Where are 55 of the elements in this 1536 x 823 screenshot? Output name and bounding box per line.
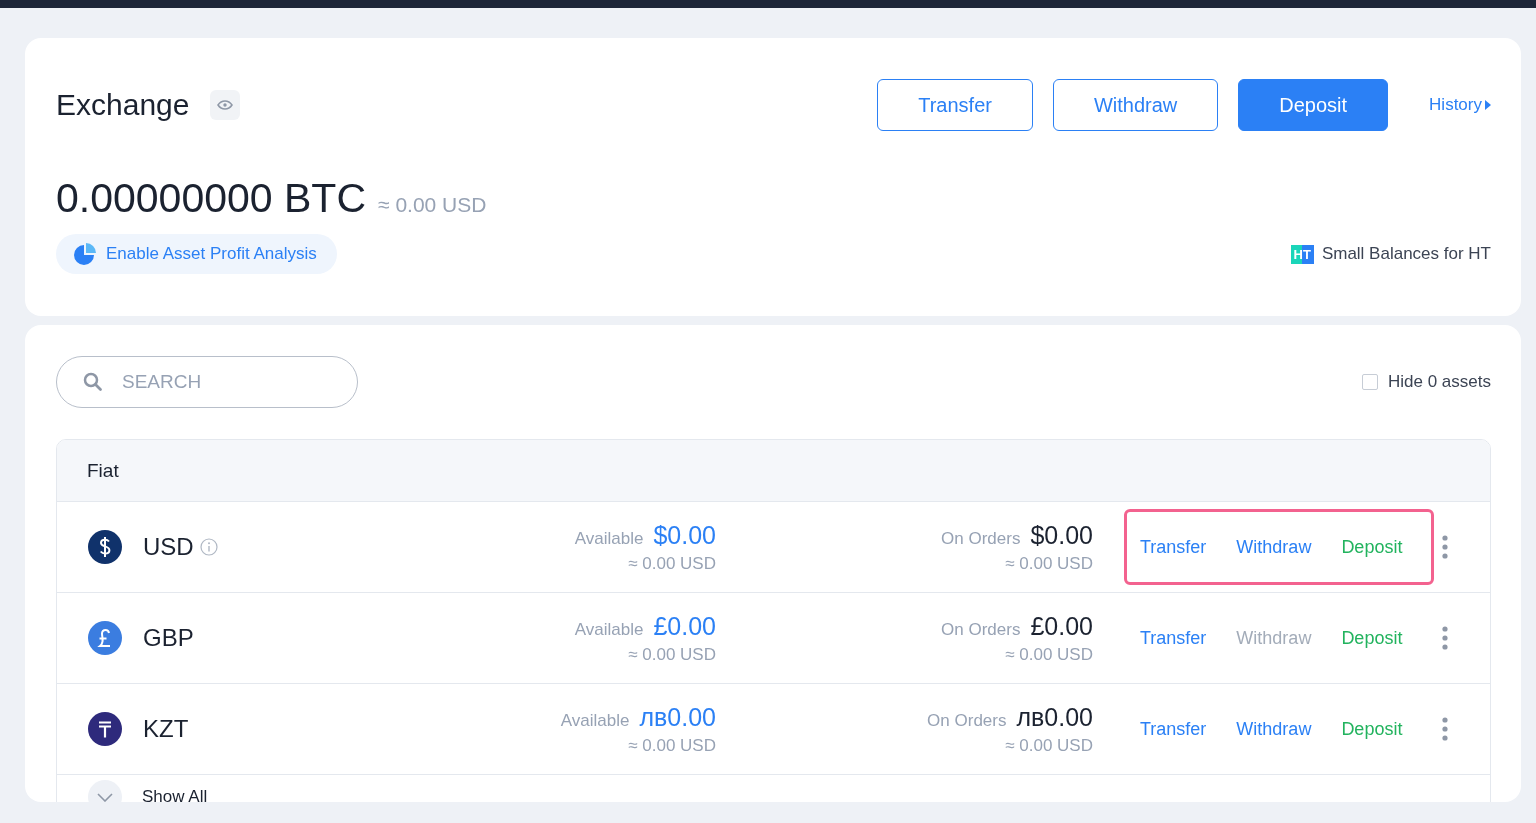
small-balances-link[interactable]: HT Small Balances for HT [1290,244,1491,264]
orders-amount: лв0.00 [1016,702,1093,732]
amount-label: On Orders [941,528,1021,549]
outline-button[interactable]: Transfer [877,79,1033,131]
group-header: Fiat [57,440,1490,502]
page-title: Exchange [56,88,190,122]
balance-amount: 0.00000000 BTC [56,175,366,222]
info-icon[interactable] [199,538,218,556]
outline-button[interactable]: Withdraw [1052,79,1219,131]
more-icon[interactable] [1441,535,1448,559]
amount-estimate: ≈ 0.00 USD [1005,735,1093,756]
withdraw-link[interactable]: Withdraw [1236,536,1312,558]
orders-amount: $0.00 [1030,520,1093,550]
profit-analysis-button[interactable]: Enable Asset Profit Analysis [56,234,337,274]
deposit-link[interactable]: Deposit [1341,718,1403,740]
primary-button[interactable]: Deposit [1238,79,1389,131]
currency-name: KZT [143,715,189,743]
hide-zero-checkbox[interactable]: Hide 0 assets [1362,372,1491,392]
currency-name: GBP [143,624,194,652]
available-amount: $0.00 [653,520,716,550]
deposit-link[interactable]: Deposit [1341,627,1403,649]
amount-label: Available [574,528,644,549]
balance-estimate: ≈ 0.00 USD [378,193,487,217]
amount-label: On Orders [941,619,1021,640]
amount-estimate: ≈ 0.00 USD [1005,644,1093,665]
more-icon[interactable] [1441,626,1448,650]
amount-label: Available [560,710,630,731]
amount-label: On Orders [927,710,1007,731]
transfer-link[interactable]: Transfer [1140,536,1207,558]
available-amount: £0.00 [653,611,716,641]
pound-coin-icon [88,621,122,655]
dollar-coin-icon [88,530,122,564]
pie-chart-icon [74,243,96,265]
amount-label: Available [574,619,644,640]
deposit-link[interactable]: Deposit [1341,536,1403,558]
withdraw-link[interactable]: Withdraw [1236,718,1312,740]
transfer-link[interactable]: Transfer [1140,718,1207,740]
caret-icon [1485,100,1491,110]
more-icon[interactable] [1441,717,1448,741]
tenge-coin-icon [88,712,122,746]
chevron-down-icon [97,792,113,802]
orders-amount: £0.00 [1030,611,1093,641]
transfer-link[interactable]: Transfer [1140,627,1207,649]
amount-estimate: ≈ 0.00 USD [1005,553,1093,574]
currency-name: USD [143,533,194,561]
search-field[interactable]: SEARCH [56,356,358,408]
search-icon [83,372,103,392]
available-amount: лв0.00 [639,702,716,732]
show-all-button[interactable]: Show All [57,775,214,802]
history-link[interactable]: History [1429,95,1491,115]
amount-estimate: ≈ 0.00 USD [628,553,716,574]
amount-estimate: ≈ 0.00 USD [628,735,716,756]
eye-icon [217,100,234,110]
amount-estimate: ≈ 0.00 USD [628,644,716,665]
visibility-button[interactable] [210,90,241,120]
